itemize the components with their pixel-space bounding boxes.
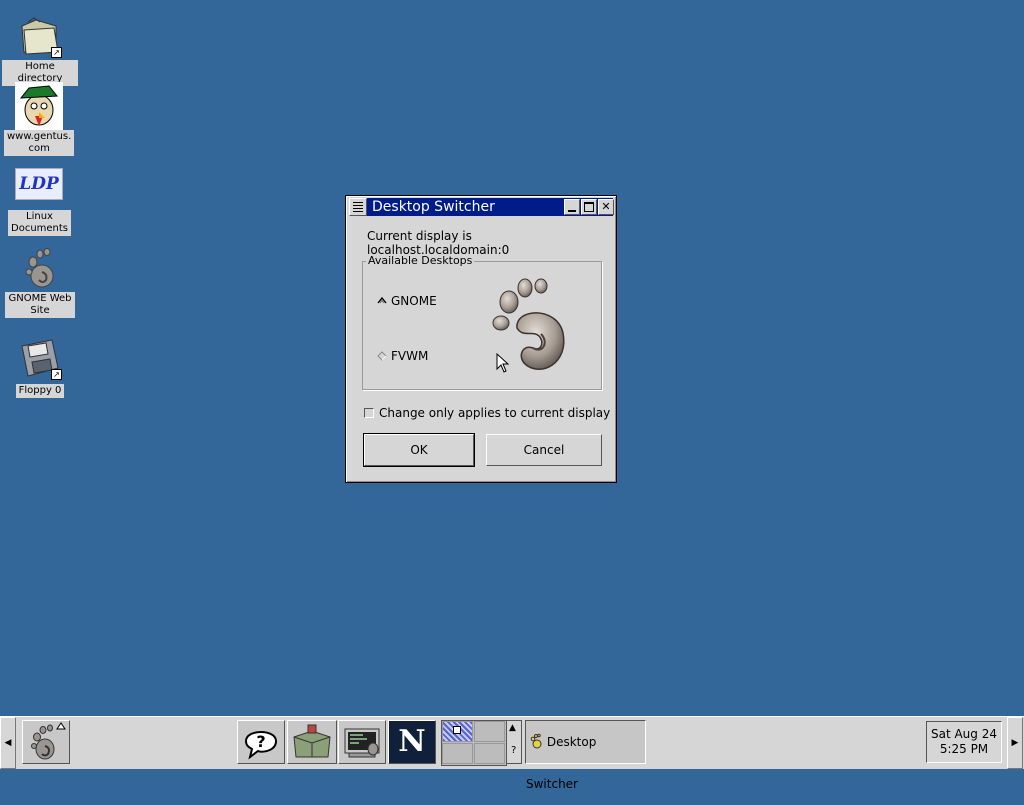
- close-icon[interactable]: ✕: [598, 199, 614, 215]
- bottom-panel: ◀ ? N ▲ ? Desktop Switcher Sat Aug 24 5:…: [0, 716, 1024, 791]
- terminal-icon[interactable]: [338, 720, 386, 764]
- radio-label: GNOME: [391, 294, 437, 308]
- taskbar-item-desktop-switcher[interactable]: Desktop Switcher: [525, 720, 646, 791]
- clock-date: Sat Aug 24: [930, 727, 997, 741]
- netscape-icon[interactable]: N: [388, 720, 436, 764]
- icon-label: GNOME Web Site: [5, 292, 75, 318]
- title-bar[interactable]: Desktop Switcher ✕: [349, 198, 614, 216]
- maximize-icon[interactable]: [581, 199, 597, 215]
- current-display-only-checkbox[interactable]: Change only applies to current display: [364, 406, 610, 420]
- desktop-switcher-dialog: Desktop Switcher ✕ Current display is lo…: [345, 195, 617, 483]
- shortcut-arrow-icon: ↗: [51, 369, 62, 380]
- icon-label: www.gentus. com: [4, 130, 75, 156]
- gentus-mascot-icon: [15, 82, 63, 130]
- icon-label: Linux Documents: [8, 210, 72, 236]
- available-desktops-group: Available Desktops GNOME FVWM: [362, 254, 602, 390]
- svg-text:?: ?: [256, 732, 265, 751]
- ok-button[interactable]: OK: [363, 433, 475, 467]
- gnome-menu-icon[interactable]: [22, 720, 70, 764]
- radio-unselected-icon: [377, 351, 387, 361]
- desktop-icon-home[interactable]: ↗ Home directory: [2, 12, 78, 86]
- gnome-small-icon: [530, 733, 542, 749]
- icon-label: Floppy 0: [15, 384, 65, 398]
- clock-time: 5:25 PM: [939, 742, 989, 756]
- shortcut-arrow-icon: ↗: [51, 47, 62, 58]
- cancel-button[interactable]: Cancel: [486, 434, 602, 466]
- workspace-2[interactable]: [474, 721, 505, 742]
- mouse-cursor-icon: [496, 353, 510, 373]
- desktop-icon-linux-documents[interactable]: LDP Linux Documents: [8, 168, 72, 236]
- pager-controls: ▲ ?: [506, 720, 522, 764]
- workspace-3[interactable]: [442, 743, 473, 764]
- radio-gnome[interactable]: GNOME: [377, 294, 437, 308]
- radio-selected-icon: [377, 296, 387, 304]
- workspace-4[interactable]: [474, 743, 505, 764]
- pager-arrow-up-icon[interactable]: ▲: [509, 723, 516, 733]
- window-title: Desktop Switcher: [372, 199, 495, 215]
- gnome-foot-icon: [16, 244, 64, 292]
- desktop-icon-gentus[interactable]: www.gentus. com: [4, 82, 75, 156]
- display-info: Current display is localhost.localdomain…: [367, 229, 510, 257]
- ok-button-label: OK: [410, 443, 428, 457]
- panel-clock[interactable]: Sat Aug 24 5:25 PM: [926, 721, 1002, 763]
- checkbox-label: Change only applies to current display: [379, 406, 611, 420]
- ldp-logo: LDP: [15, 168, 63, 202]
- desktop-icon-gnome-web-site[interactable]: GNOME Web Site: [2, 244, 78, 318]
- floppy-icon: ↗: [16, 334, 64, 382]
- pager-help-button[interactable]: ?: [511, 745, 516, 756]
- radio-label: FVWM: [391, 349, 429, 363]
- help-icon[interactable]: ?: [237, 720, 285, 764]
- workspace-pager[interactable]: [441, 720, 507, 766]
- folder-icon: ↗: [16, 12, 64, 60]
- window-menu-icon[interactable]: [349, 198, 367, 216]
- checkbox-box: [364, 408, 374, 418]
- panel-hide-right-icon[interactable]: ▶: [1007, 717, 1023, 769]
- toolbox-icon[interactable]: [287, 720, 337, 764]
- workspace-1[interactable]: [442, 721, 473, 742]
- group-label: Available Desktops: [366, 254, 475, 267]
- panel-hide-left-icon[interactable]: ◀: [0, 717, 16, 769]
- desktop-icon-floppy[interactable]: ↗ Floppy 0: [8, 334, 72, 398]
- radio-fvwm[interactable]: FVWM: [377, 349, 428, 363]
- minimize-icon[interactable]: [564, 199, 580, 215]
- cancel-button-label: Cancel: [523, 443, 565, 457]
